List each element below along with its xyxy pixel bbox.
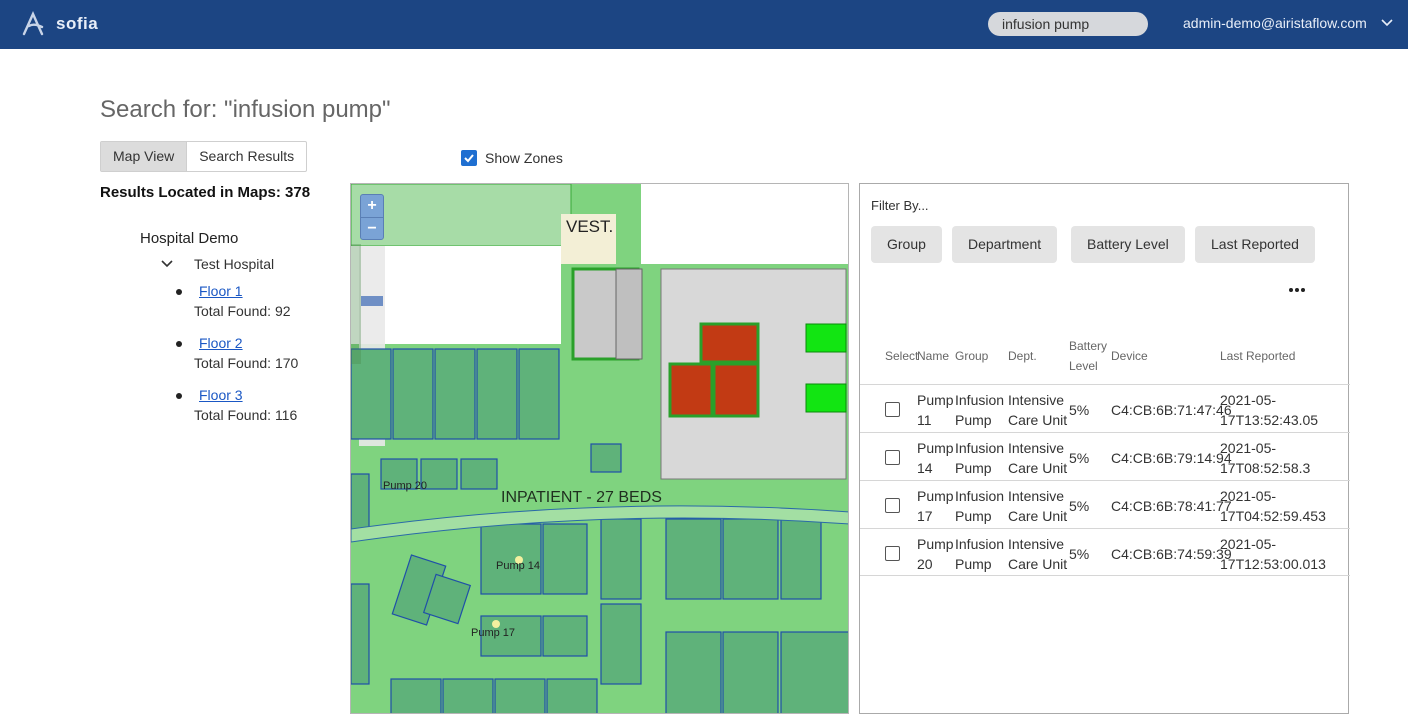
row-battery: 5% — [1069, 402, 1090, 418]
row-device: C4:CB:6B:79:14:94 — [1111, 450, 1232, 466]
column-header-device: Device — [1111, 349, 1148, 363]
table-row[interactable]: Pump 14 Infusion Pump Intensive Care Unit 5… — [860, 432, 1350, 480]
row-group: Infusion Pump — [955, 392, 1005, 428]
tree-root-label: Hospital Demo — [140, 230, 239, 247]
more-options-icon[interactable] — [1285, 282, 1309, 298]
map-label-pump17: Pump 17 — [471, 627, 515, 639]
map-label-pump14: Pump 14 — [496, 560, 540, 572]
map-label-pump20: Pump 20 — [383, 480, 427, 492]
chevron-down-icon[interactable] — [160, 257, 174, 271]
show-zones-checkbox[interactable] — [461, 150, 477, 166]
floor-link[interactable]: Floor 2 — [199, 335, 243, 351]
chevron-down-icon[interactable] — [1380, 16, 1394, 30]
table-row[interactable]: Pump 11 Infusion Pump Intensive Care Unit 5… — [860, 384, 1350, 432]
floor-total-found: Total Found: 116 — [194, 407, 298, 423]
show-zones-toggle[interactable]: Show Zones — [461, 150, 563, 166]
results-panel: Filter By... Group Department Battery Le… — [859, 183, 1350, 714]
row-battery: 5% — [1069, 450, 1090, 466]
page-title: Search for: "infusion pump" — [100, 96, 391, 123]
filter-battery-button[interactable]: Battery Level — [1071, 226, 1185, 263]
row-checkbox[interactable] — [885, 450, 900, 465]
checkmark-icon — [464, 154, 474, 163]
row-last-reported: 2021-05- 17T12:53:00.013 — [1220, 536, 1326, 572]
row-group: Infusion Pump — [955, 536, 1005, 572]
map-label-vest: VEST. — [566, 217, 613, 236]
row-dept: Intensive Care Unit — [1008, 440, 1068, 476]
map-label-inpatient: INPATIENT - 27 BEDS — [501, 489, 662, 506]
floor-total-found: Total Found: 92 — [194, 303, 291, 319]
row-last-reported: 2021-05- 17T04:52:59.453 — [1220, 488, 1326, 524]
row-dept: Intensive Care Unit — [1008, 536, 1068, 572]
floor-plan: VEST. INPATIENT - 27 BEDS Pump 20 Pump 1… — [351, 184, 848, 713]
row-name: Pump 20 — [917, 536, 954, 572]
row-group: Infusion Pump — [955, 440, 1005, 476]
row-dept: Intensive Care Unit — [1008, 392, 1068, 428]
row-last-reported: 2021-05- 17T13:52:43.05 — [1220, 392, 1319, 428]
row-dept: Intensive Care Unit — [1008, 488, 1068, 524]
column-header-select: Select — [885, 349, 919, 363]
bullet — [176, 289, 182, 295]
logo-icon — [22, 11, 44, 36]
floor-total-found: Total Found: 170 — [194, 355, 299, 371]
table-row[interactable]: Pump 17 Infusion Pump Intensive Care Unit 5… — [860, 480, 1350, 528]
bullet — [176, 341, 182, 347]
filter-last-reported-button[interactable]: Last Reported — [1195, 226, 1315, 263]
column-header-dept: Dept. — [1008, 349, 1037, 363]
row-device: C4:CB:6B:71:47:46 — [1111, 402, 1232, 418]
results-count: Results Located in Maps: 378 — [100, 184, 311, 201]
floor-map[interactable]: VEST. INPATIENT - 27 BEDS Pump 20 Pump 1… — [350, 183, 849, 714]
user-account[interactable]: admin-demo@airistaflow.com — [1183, 15, 1367, 31]
filter-group-button[interactable]: Group — [871, 226, 942, 263]
app-logo[interactable]: sofia — [20, 11, 98, 37]
row-checkbox[interactable] — [885, 402, 900, 417]
filter-by-label: Filter By... — [871, 198, 929, 213]
column-header-battery-level: Level — [1069, 359, 1098, 373]
column-header-last-reported: Last Reported — [1220, 349, 1296, 363]
tree-hospital[interactable]: Test Hospital — [160, 256, 274, 272]
table-row[interactable]: Pump 20 Infusion Pump Intensive Care Unit 5… — [860, 528, 1350, 576]
column-header-battery: Battery — [1069, 339, 1108, 353]
row-name: Pump 17 — [917, 488, 954, 524]
floor-link[interactable]: Floor 1 — [199, 283, 243, 299]
filter-department-button[interactable]: Department — [952, 226, 1058, 263]
tab-search-results[interactable]: Search Results — [186, 142, 306, 171]
bullet — [176, 393, 182, 399]
row-checkbox[interactable] — [885, 546, 900, 561]
row-device: C4:CB:6B:74:59:39 — [1111, 546, 1232, 562]
floor-link[interactable]: Floor 3 — [199, 387, 243, 403]
tab-map-view[interactable]: Map View — [101, 142, 187, 171]
row-last-reported: 2021-05- 17T08:52:58.3 — [1220, 440, 1311, 476]
show-zones-label: Show Zones — [485, 150, 563, 166]
row-group: Infusion Pump — [955, 488, 1005, 524]
row-checkbox[interactable] — [885, 498, 900, 513]
column-header-name: Name — [917, 349, 950, 363]
row-name: Pump 11 — [917, 392, 954, 428]
row-battery: 5% — [1069, 546, 1090, 562]
column-header-group: Group — [955, 349, 989, 363]
zoom-out-button[interactable]: − — [361, 217, 383, 239]
top-bar: sofia admin-demo@airistaflow.com — [0, 0, 1408, 49]
zoom-in-button[interactable]: + — [361, 195, 383, 217]
zoom-control: + − — [360, 194, 384, 240]
view-tabs: Map View Search Results — [100, 141, 308, 172]
row-battery: 5% — [1069, 498, 1090, 514]
search-input[interactable] — [988, 12, 1148, 36]
row-device: C4:CB:6B:78:41:77 — [1111, 498, 1232, 514]
row-name: Pump 14 — [917, 440, 954, 476]
app-name: sofia — [56, 14, 99, 33]
tree-hospital-label: Test Hospital — [194, 256, 275, 272]
